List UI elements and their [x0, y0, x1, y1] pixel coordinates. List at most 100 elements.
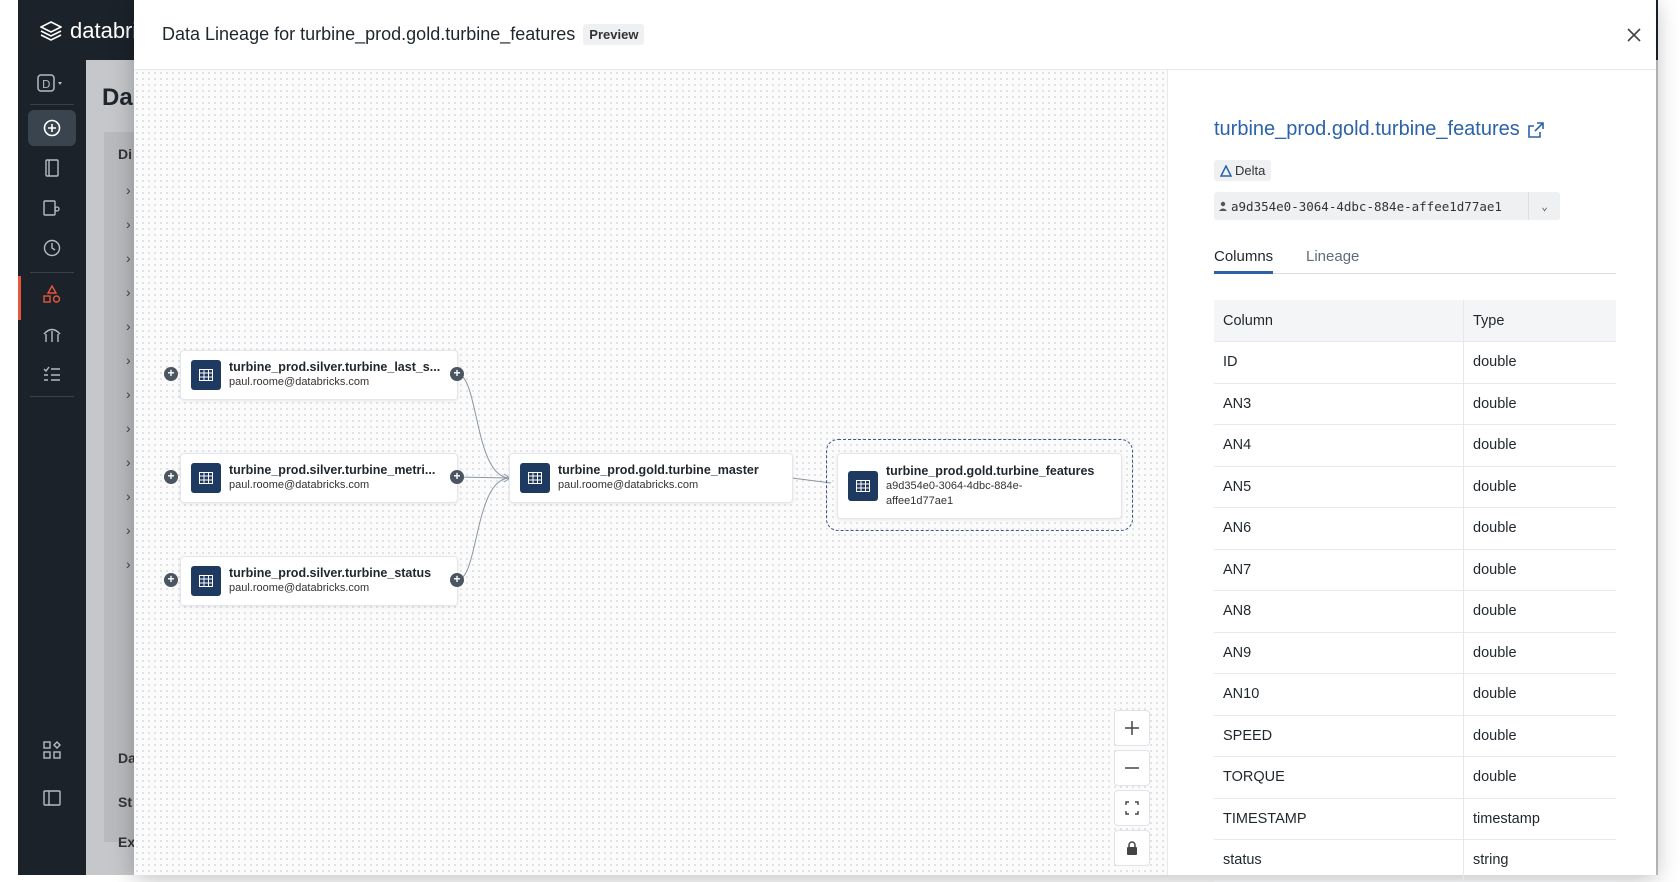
table-row: TORQUE double: [1214, 757, 1616, 799]
column-name-cell: SPEED: [1214, 715, 1464, 756]
fit-view-button[interactable]: [1114, 790, 1150, 826]
expand-downstream-icon[interactable]: +: [450, 573, 464, 587]
chevron-down-icon[interactable]: ⌄: [1528, 192, 1560, 220]
node-owner: affee1d77ae1: [886, 494, 954, 507]
edge-metrics-to-master: [456, 476, 511, 479]
sidebar-toggle-icon[interactable]: [28, 780, 76, 816]
table-row: AN4 double: [1214, 425, 1616, 467]
node-name: turbine_prod.silver.turbine_last_s...: [229, 360, 441, 374]
node-name: turbine_prod.silver.turbine_status: [229, 566, 432, 580]
node-name: turbine_prod.silver.turbine_metri...: [229, 463, 436, 477]
node-owner: paul.roome@databricks.com: [229, 479, 370, 491]
external-link-icon[interactable]: [1527, 121, 1544, 138]
table-row: SPEED double: [1214, 715, 1616, 757]
column-name-cell: AN3: [1214, 383, 1464, 424]
chevron-right-icon: ›: [126, 284, 131, 300]
close-button[interactable]: [1622, 24, 1646, 48]
table-row: AN6 double: [1214, 508, 1616, 550]
tab-columns[interactable]: Columns: [1214, 248, 1274, 274]
workspace-icon[interactable]: [28, 150, 76, 186]
node-owner: paul.roome@databricks.com: [229, 582, 370, 594]
table-row: ID double: [1214, 342, 1616, 384]
svg-text:D: D: [42, 78, 50, 91]
expand-upstream-icon[interactable]: +: [164, 573, 178, 587]
table-icon: [191, 463, 221, 493]
repos-icon[interactable]: [28, 190, 76, 226]
zoom-in-button[interactable]: [1114, 710, 1150, 746]
format-badge: Delta: [1214, 160, 1272, 181]
table-icon: [848, 471, 878, 501]
column-type-cell: double: [1473, 478, 1517, 495]
edge-last-to-master: [456, 373, 511, 479]
data-catalog-icon[interactable]: [28, 276, 76, 312]
node-owner: paul.roome@databricks.com: [558, 479, 699, 491]
chevron-right-icon: ›: [126, 216, 131, 232]
lock-icon: [1127, 841, 1137, 855]
data-lineage-modal: Data Lineage for turbine_prod.gold.turbi…: [134, 0, 1656, 882]
column-header-type: Type: [1473, 312, 1505, 329]
table-row: AN3 double: [1214, 383, 1616, 425]
lineage-node-selected[interactable]: turbine_prod.gold.turbine_features a9d35…: [837, 453, 1122, 519]
table-row: AN9 double: [1214, 632, 1616, 674]
owner-selector[interactable]: a9d354e0-3064-4dbc-884e-affee1d77ae1 ⌄: [1214, 192, 1560, 220]
background-label: St: [118, 794, 132, 810]
table-header: Column Type: [1214, 300, 1616, 342]
table-row: AN8 double: [1214, 591, 1616, 633]
chevron-right-icon: ›: [126, 556, 131, 572]
expand-upstream-icon[interactable]: +: [164, 470, 178, 484]
tab-lineage[interactable]: Lineage: [1306, 248, 1359, 271]
column-name-cell: AN6: [1214, 508, 1464, 549]
column-type-cell: double: [1473, 727, 1517, 744]
lineage-graph-canvas[interactable]: turbine_prod.silver.turbine_last_s... pa…: [134, 70, 1168, 875]
chevron-right-icon: ›: [126, 420, 131, 436]
table-icon: [191, 566, 221, 596]
column-type-cell: double: [1473, 644, 1517, 661]
column-name-cell: AN8: [1214, 591, 1464, 632]
column-name-cell: TIMESTAMP: [1214, 798, 1464, 839]
background-label: Di: [118, 146, 132, 162]
jobs-list-icon[interactable]: [28, 356, 76, 392]
minus-icon: [1125, 767, 1139, 769]
node-name: turbine_prod.gold.turbine_master: [558, 463, 759, 477]
table-row: AN7 double: [1214, 549, 1616, 591]
column-type-cell: double: [1473, 437, 1517, 454]
edge-status-to-master: [456, 477, 511, 581]
expand-downstream-icon[interactable]: +: [450, 367, 464, 381]
column-type-cell: double: [1473, 561, 1517, 578]
close-icon: [1627, 28, 1641, 42]
lock-view-button[interactable]: [1114, 830, 1150, 866]
table-row: AN10 double: [1214, 674, 1616, 716]
table-details-panel: turbine_prod.gold.turbine_features Delta…: [1168, 70, 1656, 882]
column-type-cell: double: [1473, 520, 1517, 537]
column-type-cell: timestamp: [1473, 810, 1540, 827]
chevron-right-icon: ›: [126, 386, 131, 402]
databricks-logo-icon: [40, 21, 62, 41]
partner-connect-icon[interactable]: [28, 732, 76, 768]
column-name-cell: AN5: [1214, 466, 1464, 507]
lineage-node-master[interactable]: turbine_prod.gold.turbine_master paul.ro…: [509, 453, 793, 503]
lineage-node-upstream[interactable]: turbine_prod.silver.turbine_metri... pau…: [180, 453, 458, 503]
table-title-link[interactable]: turbine_prod.gold.turbine_features: [1214, 118, 1544, 141]
table-row: status string: [1214, 840, 1616, 882]
expand-upstream-icon[interactable]: +: [164, 367, 178, 381]
chevron-right-icon: ›: [126, 182, 131, 198]
expand-downstream-icon[interactable]: +: [450, 470, 464, 484]
left-nav-rail: D: [18, 60, 86, 875]
node-owner: paul.roome@databricks.com: [229, 376, 370, 388]
recents-clock-icon[interactable]: [28, 230, 76, 266]
node-owner: a9d354e0-3064-4dbc-884e-: [886, 479, 1023, 492]
column-name-cell: ID: [1214, 342, 1464, 383]
column-name-cell: TORQUE: [1214, 757, 1464, 798]
workspace-switcher-icon[interactable]: D: [28, 66, 76, 102]
preview-badge: Preview: [583, 24, 645, 45]
create-icon[interactable]: [28, 110, 76, 146]
compute-icon[interactable]: [28, 316, 76, 352]
format-label: Delta: [1235, 163, 1266, 178]
details-tabs: Columns Lineage: [1214, 248, 1616, 274]
lineage-node-upstream[interactable]: turbine_prod.silver.turbine_last_s... pa…: [180, 350, 458, 400]
chevron-right-icon: ›: [126, 318, 131, 334]
lineage-node-upstream[interactable]: turbine_prod.silver.turbine_status paul.…: [180, 556, 458, 606]
zoom-out-button[interactable]: [1114, 750, 1150, 786]
chevron-right-icon: ›: [126, 454, 131, 470]
table-title[interactable]: turbine_prod.gold.turbine_features: [1214, 118, 1520, 141]
